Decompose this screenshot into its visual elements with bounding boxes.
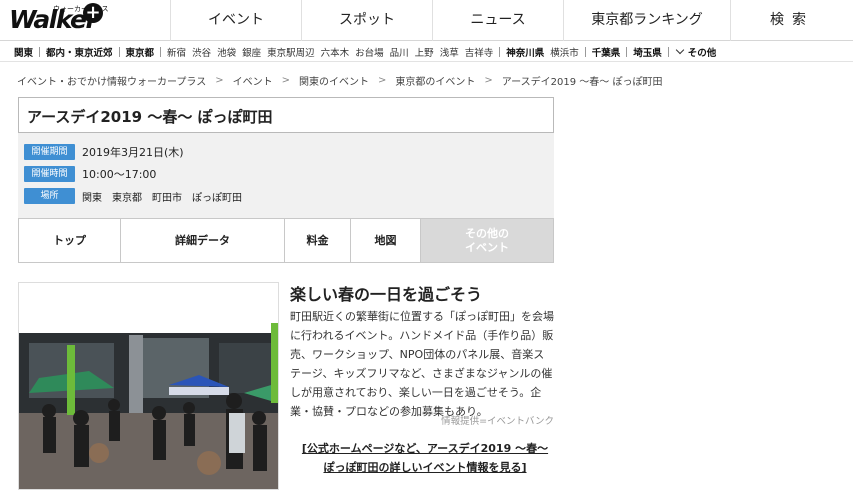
- divider: [584, 46, 586, 57]
- area-link[interactable]: 千葉県: [592, 45, 621, 59]
- divider: [626, 46, 628, 57]
- area-link[interactable]: 神奈川県: [506, 45, 544, 59]
- area-link[interactable]: 東京駅周辺: [267, 45, 315, 59]
- area-bar: 関東 都内・東京近郊 東京都 新宿 渋谷 池袋 銀座 東京駅周辺 六本木 お台場…: [0, 42, 853, 62]
- divider: [667, 46, 669, 57]
- area-link[interactable]: 新宿: [167, 45, 186, 59]
- official-info-link[interactable]: [公式ホームページなど、アースデイ2019 ～春～ ぽっぽ町田の詳しいイベント情…: [300, 439, 550, 477]
- breadcrumb-item[interactable]: 東京都のイベント: [395, 73, 475, 88]
- area-link[interactable]: 六本木: [321, 45, 350, 59]
- area-more-toggle[interactable]: その他: [675, 45, 717, 59]
- area-link[interactable]: 埼玉県: [633, 45, 662, 59]
- walker-plus-logo[interactable]: Walker ウォーカープラス +: [9, 3, 108, 37]
- place-label: 場所: [24, 188, 75, 204]
- breadcrumb-item[interactable]: イベント・おでかけ情報ウォーカープラス: [17, 73, 206, 88]
- main-nav: イベント スポット ニュース 東京都ランキング 検索: [170, 0, 853, 41]
- chevron-down-icon: [675, 45, 685, 55]
- event-info: 開催期間 2019年3月21日(木) 開催時間 10:00～17:00 場所 関…: [18, 133, 554, 218]
- article-title: 楽しい春の一日を過ごそう: [290, 285, 483, 304]
- event-tabs: トップ 詳細データ 料金 地図 その他の イベント: [18, 218, 554, 263]
- area-link[interactable]: 上野: [415, 45, 434, 59]
- nav-ranking[interactable]: 東京都ランキング: [563, 0, 730, 41]
- breadcrumb-item[interactable]: 関東のイベント: [299, 73, 369, 88]
- tab-map[interactable]: 地図: [351, 219, 421, 262]
- area-link[interactable]: 東京都: [126, 45, 155, 59]
- divider: [160, 46, 162, 57]
- area-link[interactable]: 吉祥寺: [465, 45, 494, 59]
- breadcrumb-current: アースデイ2019 ～春～ ぽっぽ町田: [501, 76, 663, 88]
- divider: [499, 46, 501, 57]
- site-header: Walker ウォーカープラス + イベント スポット ニュース 東京都ランキン…: [0, 0, 853, 41]
- info-row-time: 開催時間 10:00～17:00: [24, 166, 156, 182]
- area-link[interactable]: お台場: [355, 45, 384, 59]
- area-more-label: その他: [687, 47, 717, 59]
- breadcrumb: イベント・おでかけ情報ウォーカープラス > イベント > 関東のイベント > 東…: [17, 73, 663, 88]
- time-label: 開催時間: [24, 166, 75, 182]
- area-link[interactable]: 浅草: [440, 45, 459, 59]
- tab-other-line2: イベント: [465, 241, 509, 254]
- event-title-box: アースデイ2019 ～春～ ぽっぽ町田: [18, 97, 554, 133]
- info-row-place: 場所 関東 東京都 町田市 ぽっぽ町田: [24, 188, 242, 204]
- area-link[interactable]: 横浜市: [550, 45, 579, 59]
- nav-spot[interactable]: スポット: [301, 0, 432, 41]
- period-value: 2019年3月21日(木): [82, 146, 184, 159]
- tab-other-line1: その他の: [465, 227, 509, 240]
- article-body: 町田駅近くの繁華街に位置する「ぽっぽ町田」を会場に行われるイベント。ハンドメイド…: [290, 310, 554, 418]
- tab-top[interactable]: トップ: [19, 219, 121, 262]
- area-link[interactable]: 渋谷: [192, 45, 211, 59]
- page-title: アースデイ2019 ～春～ ぽっぽ町田: [27, 108, 273, 126]
- nav-search[interactable]: 検索: [730, 0, 853, 41]
- tab-fee[interactable]: 料金: [285, 219, 351, 262]
- info-row-period: 開催期間 2019年3月21日(木): [24, 144, 184, 160]
- tab-other-events: その他の イベント: [421, 219, 553, 262]
- area-link[interactable]: 品川: [390, 45, 409, 59]
- nav-event[interactable]: イベント: [170, 0, 301, 41]
- place-value[interactable]: 関東 東京都 町田市 ぽっぽ町田: [82, 189, 242, 204]
- period-label: 開催期間: [24, 144, 75, 160]
- breadcrumb-item[interactable]: イベント: [233, 73, 273, 88]
- info-credit: 情報提供=イベントバンク: [441, 416, 554, 427]
- tab-details[interactable]: 詳細データ: [121, 219, 285, 262]
- divider: [39, 46, 41, 57]
- chevron-right-icon: >: [377, 74, 387, 86]
- plus-icon: +: [83, 3, 103, 23]
- chevron-right-icon: >: [281, 74, 290, 86]
- area-link[interactable]: 関東: [14, 45, 33, 59]
- event-photo: [18, 282, 279, 490]
- chevron-right-icon: >: [215, 74, 224, 86]
- nav-news[interactable]: ニュース: [432, 0, 563, 41]
- area-link[interactable]: 都内・東京近郊: [46, 45, 113, 59]
- time-value: 10:00～17:00: [82, 168, 157, 181]
- area-link[interactable]: 銀座: [242, 45, 261, 59]
- area-link[interactable]: 池袋: [217, 45, 236, 59]
- divider: [118, 46, 120, 57]
- chevron-right-icon: >: [484, 74, 493, 86]
- event-photo-illustration: [19, 283, 278, 489]
